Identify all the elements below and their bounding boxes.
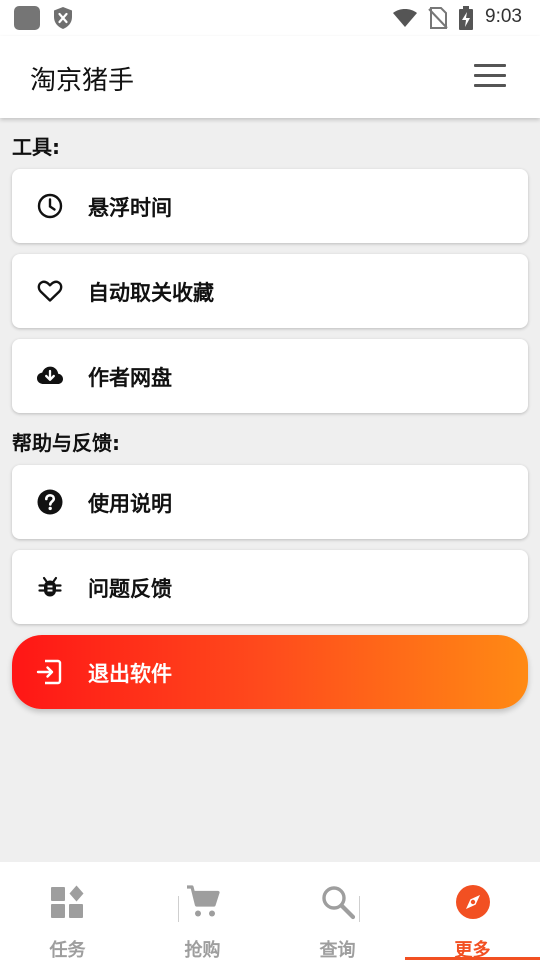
exit-button-label: 退出软件 <box>88 662 172 686</box>
heart-icon <box>37 280 63 302</box>
nav-tab-label: 抢购 <box>184 940 221 960</box>
menu-item-label: 作者网盘 <box>88 366 172 390</box>
no-sim-icon <box>428 7 448 29</box>
cloud-download-icon <box>37 366 63 384</box>
help-circle-icon <box>37 489 63 515</box>
section-title-help: 帮助与反馈: <box>12 431 120 455</box>
status-time: 9:03 <box>485 6 522 27</box>
cart-icon <box>187 885 220 917</box>
menu-item-label: 自动取关收藏 <box>88 281 214 305</box>
nav-tab-more[interactable]: 更多 <box>405 862 540 960</box>
nav-tab-label: 任务 <box>49 940 86 960</box>
clock-icon <box>37 193 63 219</box>
menu-item-label: 使用说明 <box>88 492 172 516</box>
dashboard-icon <box>51 885 84 918</box>
app-icon <box>14 6 40 30</box>
status-bar: 9:03 <box>0 0 540 36</box>
menu-item-auto-unfollow[interactable]: 自动取关收藏 <box>12 254 528 328</box>
menu-item-author-cloud-drive[interactable]: 作者网盘 <box>12 339 528 413</box>
section-title-tools: 工具: <box>12 135 60 159</box>
menu-item-feedback[interactable]: 问题反馈 <box>12 550 528 624</box>
nav-tab-flash-sale[interactable]: 抢购 <box>135 862 270 960</box>
nav-tab-tasks[interactable]: 任务 <box>0 862 135 960</box>
wifi-icon <box>393 9 417 27</box>
compass-icon <box>456 885 490 919</box>
nav-tab-query[interactable]: 查询 <box>270 862 405 960</box>
bottom-navigation: 任务 抢购 查询 更多 <box>0 862 540 960</box>
battery-charging-icon <box>459 6 473 30</box>
menu-item-floating-time[interactable]: 悬浮时间 <box>12 169 528 243</box>
nav-divider <box>359 896 360 922</box>
search-icon <box>322 886 356 920</box>
bug-icon <box>38 576 62 597</box>
menu-item-label: 悬浮时间 <box>88 196 172 220</box>
exit-icon <box>36 659 62 685</box>
menu-item-label: 问题反馈 <box>88 577 172 601</box>
nav-tab-label: 查询 <box>319 940 356 960</box>
shield-icon <box>54 7 72 29</box>
app-bar: 淘京猪手 <box>0 36 540 118</box>
menu-item-instructions[interactable]: 使用说明 <box>12 465 528 539</box>
app-title: 淘京猪手 <box>30 66 135 96</box>
exit-app-button[interactable]: 退出软件 <box>12 635 528 709</box>
hamburger-menu-icon[interactable] <box>474 64 506 90</box>
